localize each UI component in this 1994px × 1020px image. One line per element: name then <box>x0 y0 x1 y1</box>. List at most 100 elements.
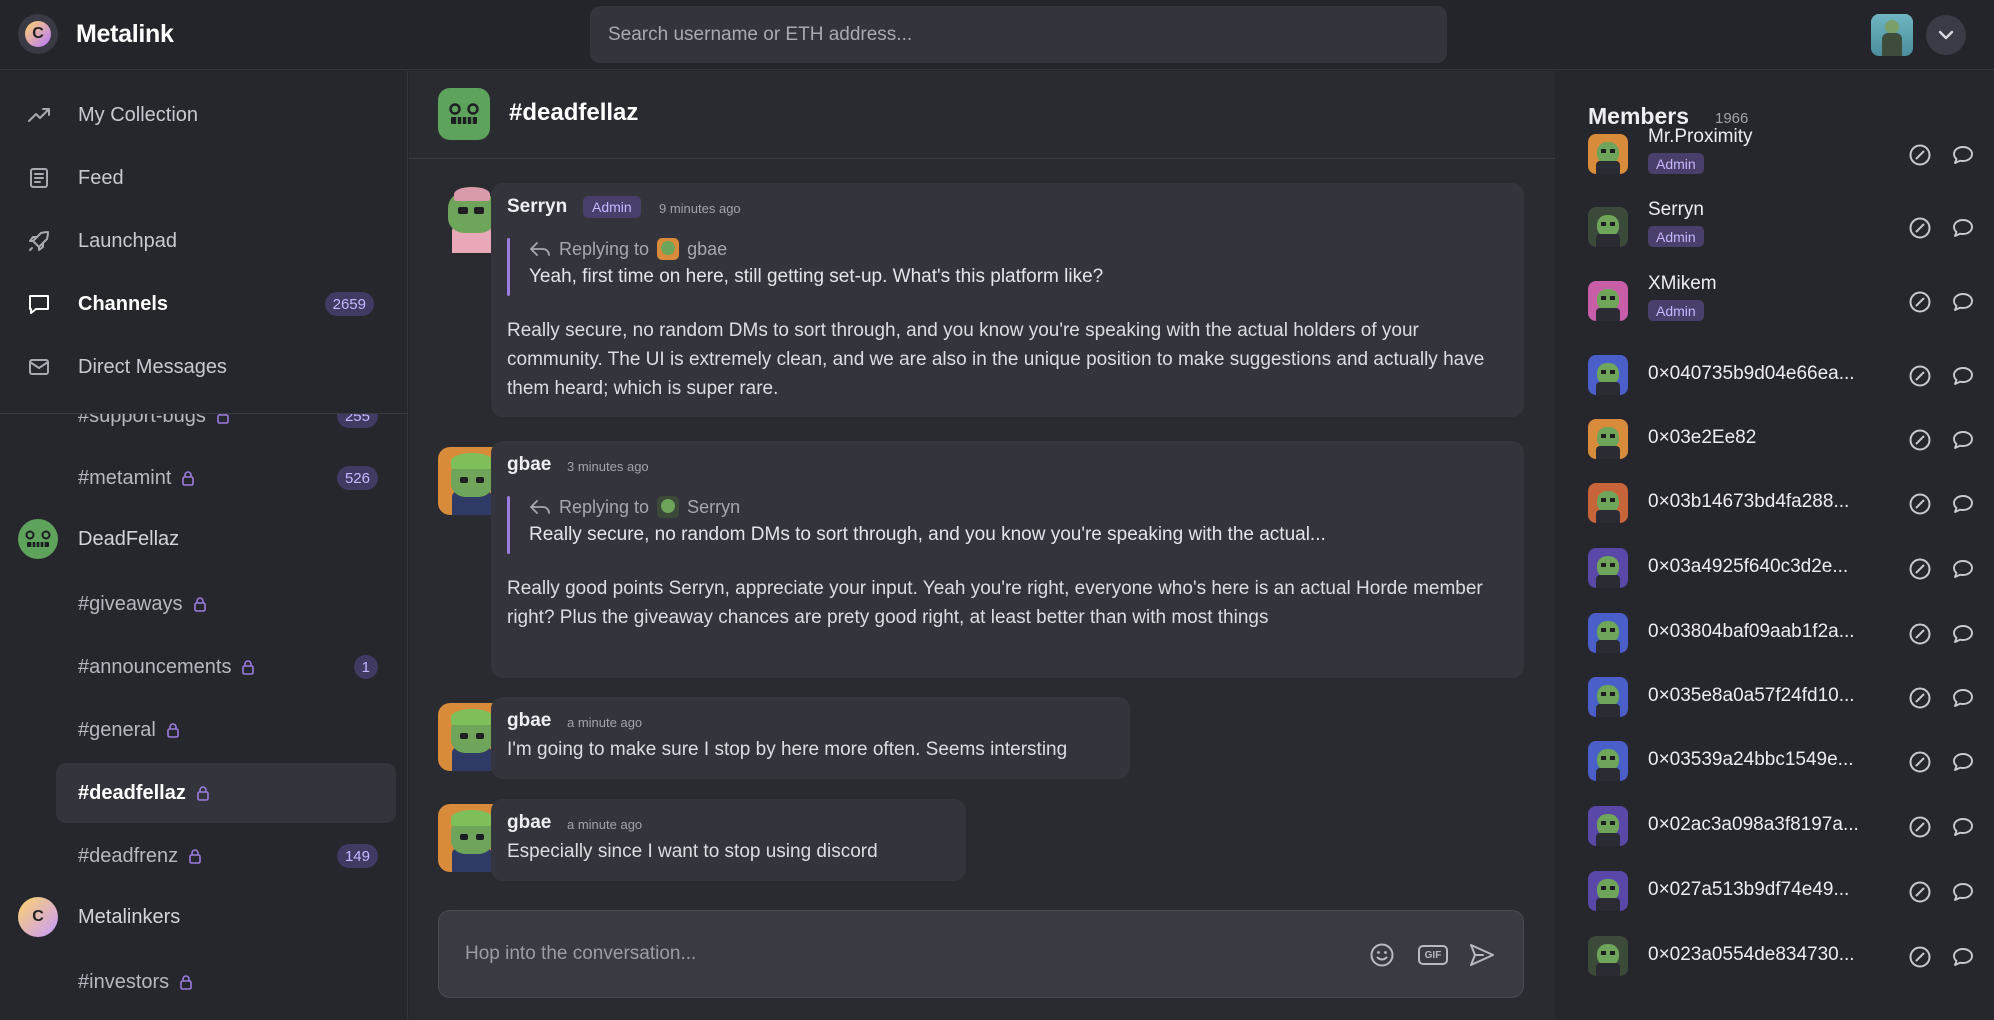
message-author[interactable]: gbae <box>507 454 551 476</box>
message-user-button[interactable] <box>1951 622 1975 646</box>
emoji-button[interactable] <box>1367 941 1397 969</box>
block-user-button[interactable] <box>1908 945 1932 969</box>
avatar[interactable] <box>1588 483 1628 523</box>
metalink-logo-icon[interactable]: C <box>18 14 58 54</box>
message-user-button[interactable] <box>1951 492 1975 516</box>
member-row[interactable]: 0×03b14673bd4fa288... <box>1556 471 1994 535</box>
nav-feed[interactable]: Feed <box>0 150 408 206</box>
block-user-button[interactable] <box>1908 492 1932 516</box>
channel-general[interactable]: #general <box>56 700 396 760</box>
member-row[interactable]: 0×03e2Ee82 <box>1556 407 1994 471</box>
ban-icon <box>1909 429 1931 451</box>
chat-bubble-icon <box>1953 146 1973 164</box>
avatar[interactable] <box>1588 355 1628 395</box>
message-user-button[interactable] <box>1951 880 1975 904</box>
nav-channels[interactable]: Channels 2659 <box>0 276 408 332</box>
channel-deadfellaz[interactable]: #deadfellaz <box>56 763 396 823</box>
message-author[interactable]: gbae <box>507 812 551 834</box>
group-metalinkers[interactable]: C Metalinkers <box>0 889 408 945</box>
message-user-button[interactable] <box>1951 815 1975 839</box>
avatar[interactable] <box>1588 806 1628 846</box>
channel-metamint[interactable]: #metamint 526 <box>56 448 396 508</box>
message-bubble: gbae a minute ago I'm going to make sure… <box>491 697 1130 779</box>
member-row[interactable]: 0×040735b9d04e66ea... <box>1556 343 1994 407</box>
reply-user-avatar <box>657 496 680 518</box>
lock-icon <box>217 414 229 425</box>
channel-announcements[interactable]: #announcements 1 <box>56 637 396 697</box>
account-menu-button[interactable] <box>1926 15 1966 55</box>
role-badge: Admin <box>583 196 641 218</box>
nav-my-collection[interactable]: My Collection <box>0 87 408 143</box>
avatar[interactable] <box>1588 613 1628 653</box>
message-user-button[interactable] <box>1951 686 1975 710</box>
message-author[interactable]: Serryn <box>507 196 567 218</box>
block-user-button[interactable] <box>1908 686 1932 710</box>
reply-user: gbae <box>687 238 728 259</box>
block-user-button[interactable] <box>1908 216 1932 240</box>
block-user-button[interactable] <box>1908 364 1932 388</box>
avatar[interactable] <box>1588 548 1628 588</box>
block-user-button[interactable] <box>1908 750 1932 774</box>
message-bubble: gbae a minute ago Especially since I wan… <box>491 799 966 881</box>
block-user-button[interactable] <box>1908 557 1932 581</box>
block-user-button[interactable] <box>1908 815 1932 839</box>
member-row[interactable]: 0×023a0554de834730... <box>1556 924 1994 988</box>
message-user-button[interactable] <box>1951 216 1975 240</box>
nav-launchpad[interactable]: Launchpad <box>0 213 408 269</box>
channel-deadfrenz[interactable]: #deadfrenz 149 <box>56 826 396 886</box>
chat-header: #deadfellaz <box>409 71 1555 159</box>
avatar[interactable] <box>1588 936 1628 976</box>
member-row[interactable]: Mr.Proximity Admin <box>1556 122 1994 186</box>
member-row[interactable]: 0×035e8a0a57f24fd10... <box>1556 665 1994 729</box>
message-body: Especially since I want to stop using di… <box>507 841 878 862</box>
channel-giveaways[interactable]: #giveaways <box>56 574 396 634</box>
chat-bubble-icon <box>1953 753 1973 771</box>
avatar[interactable] <box>1588 419 1628 459</box>
avatar[interactable] <box>1588 871 1628 911</box>
message-composer: GIF <box>438 910 1524 998</box>
gif-button[interactable]: GIF <box>1416 941 1450 969</box>
avatar[interactable] <box>1588 281 1628 321</box>
user-avatar[interactable] <box>1871 14 1913 56</box>
avatar[interactable] <box>1588 741 1628 781</box>
message-user-button[interactable] <box>1951 290 1975 314</box>
channel-support-bugs[interactable]: #support-bugs 255 <box>56 414 396 446</box>
reply-header[interactable]: Replying to Serryn <box>529 496 740 518</box>
message-user-button[interactable] <box>1951 364 1975 388</box>
reply-header[interactable]: Replying to gbae <box>529 238 727 260</box>
message-user-button[interactable] <box>1951 428 1975 452</box>
member-row[interactable]: 0×03539a24bbc1549e... <box>1556 729 1994 793</box>
block-user-button[interactable] <box>1908 143 1932 167</box>
member-row[interactable]: 0×03804baf09aab1f2a... <box>1556 601 1994 665</box>
member-row[interactable]: XMikem Admin <box>1556 269 1994 333</box>
avatar[interactable] <box>1588 134 1628 174</box>
member-row[interactable]: Serryn Admin <box>1556 195 1994 259</box>
block-user-button[interactable] <box>1908 428 1932 452</box>
send-button[interactable] <box>1467 941 1497 969</box>
channel-name: #general <box>78 718 156 741</box>
nav-direct-messages[interactable]: Direct Messages <box>0 339 408 395</box>
member-row[interactable]: 0×03a4925f640c3d2e... <box>1556 536 1994 600</box>
member-row[interactable]: 0×027a513b9df74e49... <box>1556 859 1994 923</box>
unread-count-badge: 1 <box>353 655 378 679</box>
channel-investors[interactable]: #investors <box>56 952 396 1012</box>
block-user-button[interactable] <box>1908 880 1932 904</box>
member-row[interactable]: 0×02ac3a098a3f8197a... <box>1556 794 1994 858</box>
message-user-button[interactable] <box>1951 945 1975 969</box>
message-author[interactable]: gbae <box>507 710 551 732</box>
message-user-button[interactable] <box>1951 143 1975 167</box>
group-deadfellaz[interactable]: DeadFellaz <box>0 511 408 567</box>
avatar[interactable] <box>1588 207 1628 247</box>
channel-list[interactable]: #support-bugs 255 #metamint 526 DeadFell… <box>0 414 408 1020</box>
chat-bubble-icon <box>1953 293 1973 311</box>
message-user-button[interactable] <box>1951 750 1975 774</box>
chat-bubble-icon <box>1953 883 1973 901</box>
avatar[interactable] <box>1588 677 1628 717</box>
unread-count-badge: 526 <box>336 466 378 490</box>
reply-icon <box>530 242 550 256</box>
message-input[interactable] <box>465 911 1325 997</box>
search-input[interactable] <box>590 6 1447 63</box>
block-user-button[interactable] <box>1908 622 1932 646</box>
message-user-button[interactable] <box>1951 557 1975 581</box>
block-user-button[interactable] <box>1908 290 1932 314</box>
